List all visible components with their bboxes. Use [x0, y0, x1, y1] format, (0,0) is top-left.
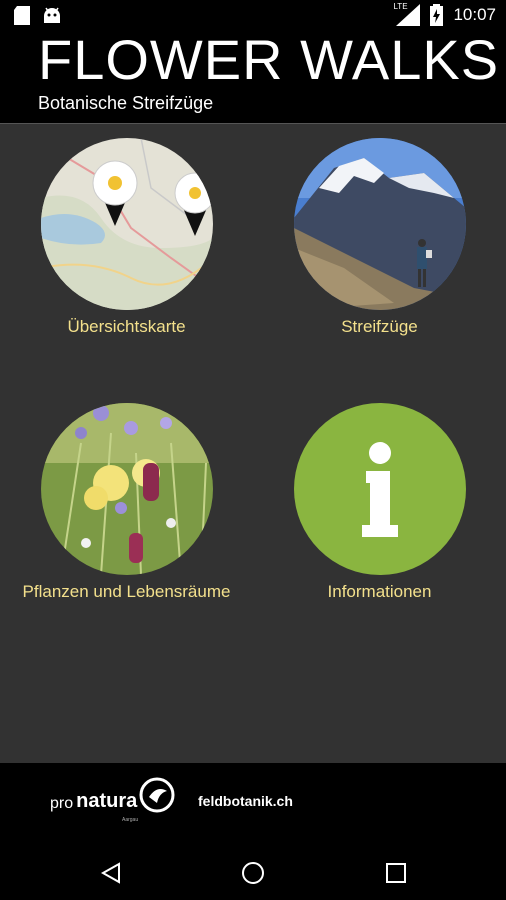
sd-card-icon	[14, 6, 30, 25]
website-link[interactable]: feldbotanik.ch	[198, 793, 293, 809]
tile-label: Übersichtskarte	[67, 317, 186, 336]
map-thumbnail	[40, 138, 213, 310]
app-title: FLOWER WALKS	[38, 28, 500, 91]
pro-natura-logo[interactable]: pro natura Aargau	[50, 777, 175, 823]
network-label: LTE	[392, 2, 409, 11]
pro-natura-emblem-icon	[139, 777, 175, 813]
android-icon	[44, 7, 60, 23]
signal-icon: LTE	[392, 2, 421, 26]
wildflower-meadow-photo	[40, 403, 213, 575]
tile-walks[interactable]: Streifzüge	[253, 138, 506, 337]
logo-natura: natura	[76, 790, 138, 812]
main-menu-grid: Übersichtskarte Streifzüge Pflanzen und …	[0, 123, 506, 763]
logo-pro: pro	[50, 795, 74, 812]
app-subtitle: Botanische Streifzüge	[38, 93, 214, 113]
tile-plants-habitats[interactable]: Pflanzen und Lebensräume	[0, 403, 253, 602]
home-icon[interactable]	[238, 858, 268, 888]
logo-sub: Aargau	[122, 817, 139, 823]
tile-label: Streifzüge	[341, 317, 418, 336]
info-icon	[293, 403, 466, 575]
app-header: FLOWER WALKS Botanische Streifzüge	[0, 28, 506, 123]
tile-label: Pflanzen und Lebensräume	[22, 582, 231, 601]
mountain-hiker-photo	[293, 138, 466, 310]
system-nav-bar	[0, 845, 506, 900]
tile-label: Informationen	[327, 582, 432, 601]
tile-overview-map[interactable]: Übersichtskarte	[0, 138, 253, 337]
recents-icon[interactable]	[381, 858, 411, 888]
back-icon[interactable]	[96, 858, 126, 888]
clock: 10:07	[453, 5, 496, 24]
battery-charging-icon	[430, 4, 444, 26]
tile-information[interactable]: Informationen	[253, 403, 506, 602]
footer: pro natura Aargau feldbotanik.ch	[0, 763, 506, 845]
